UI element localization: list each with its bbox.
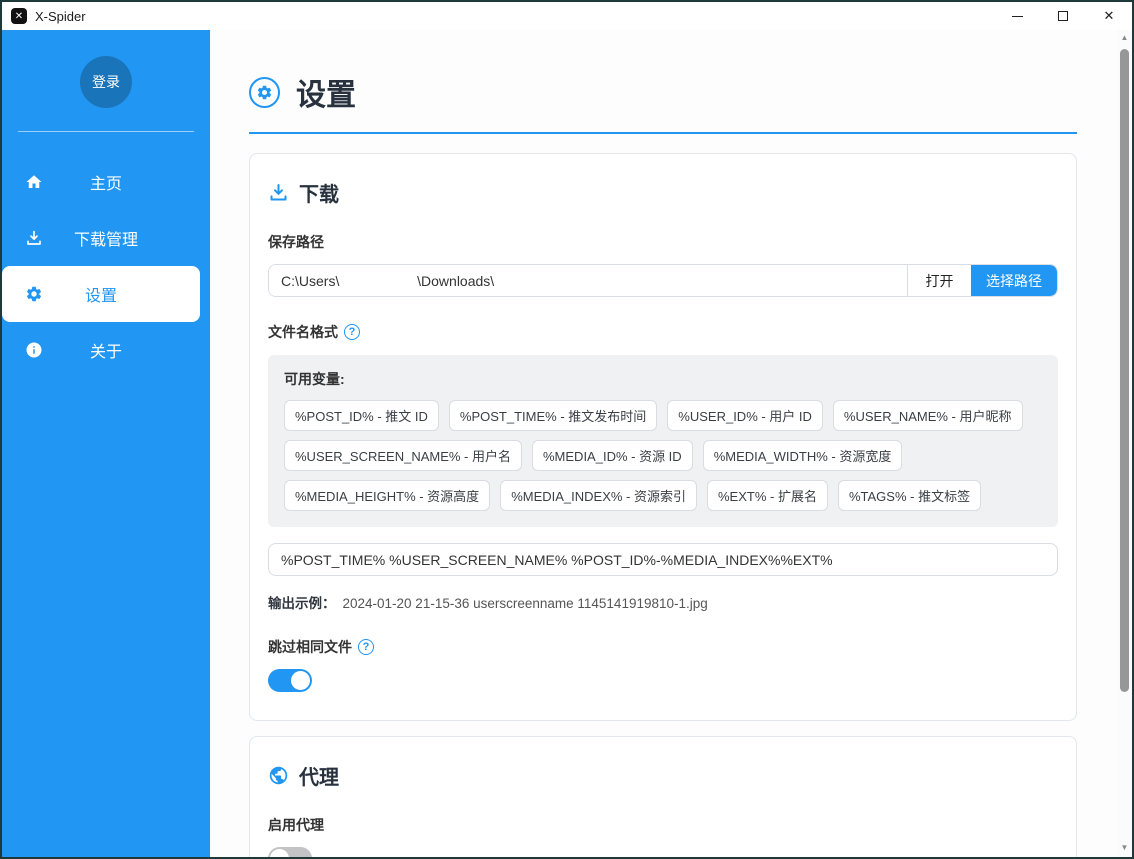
maximize-button[interactable] <box>1040 2 1086 30</box>
sidebar-divider <box>18 131 194 132</box>
filename-format-input[interactable] <box>268 543 1058 576</box>
variables-panel: 可用变量: %POST_ID% - 推文 ID %POST_TIME% - 推文发… <box>268 355 1058 527</box>
variable-chip[interactable]: %EXT% - 扩展名 <box>707 480 828 511</box>
window-controls: ✕ <box>994 2 1132 30</box>
app-window: ✕ X-Spider ✕ 登录 主页下载管理设置关于 设置 <box>0 0 1134 859</box>
login-button[interactable]: 登录 <box>80 56 132 108</box>
save-path-input[interactable] <box>269 265 907 296</box>
home-icon <box>25 173 43 191</box>
variable-chip[interactable]: %MEDIA_WIDTH% - 资源宽度 <box>703 440 903 471</box>
download-icon <box>25 229 43 247</box>
variable-chip[interactable]: %MEDIA_HEIGHT% - 资源高度 <box>284 480 490 511</box>
scrollbar[interactable]: ▲ ▼ <box>1117 30 1132 857</box>
page-title: 设置 <box>296 70 356 114</box>
sidebar-item-settings[interactable]: 设置 <box>2 266 200 322</box>
window-body: 登录 主页下载管理设置关于 设置 下载 <box>2 30 1132 857</box>
close-button[interactable]: ✕ <box>1086 2 1132 30</box>
window-title: X-Spider <box>35 9 86 24</box>
title-bar: ✕ X-Spider ✕ <box>2 2 1132 30</box>
minimize-button[interactable] <box>994 2 1040 30</box>
download-tray-icon <box>268 182 289 203</box>
sidebar-item-home[interactable]: 主页 <box>2 154 210 210</box>
sidebar-item-downloads[interactable]: 下载管理 <box>2 210 210 266</box>
save-path-label: 保存路径 <box>268 232 1058 252</box>
page-header: 设置 <box>249 70 1077 114</box>
enable-proxy-label: 启用代理 <box>268 815 1058 835</box>
proxy-section-title: 代理 <box>268 761 1058 790</box>
variable-chip[interactable]: %POST_TIME% - 推文发布时间 <box>449 400 657 431</box>
variable-chip[interactable]: %MEDIA_ID% - 资源 ID <box>532 440 693 471</box>
globe-icon <box>268 765 289 786</box>
app-logo-icon: ✕ <box>11 8 27 24</box>
toggle-knob <box>270 849 289 857</box>
variable-chip[interactable]: %POST_ID% - 推文 ID <box>284 400 439 431</box>
output-example: 输出示例： 2024-01-20 21-15-36 userscreenname … <box>268 592 1058 612</box>
maximize-icon <box>1058 11 1068 21</box>
filename-format-label: 文件名格式 <box>268 322 1058 342</box>
output-example-value: 2024-01-20 21-15-36 userscreenname 11451… <box>343 596 708 611</box>
enable-proxy-toggle[interactable] <box>268 847 312 857</box>
variable-chip[interactable]: %USER_SCREEN_NAME% - 用户名 <box>284 440 522 471</box>
download-section: 下载 保存路径 打开 选择路径 文件名格式 可用变量: %POST_ID% - … <box>249 153 1077 721</box>
info-icon <box>25 341 43 359</box>
sidebar-item-about[interactable]: 关于 <box>2 322 210 378</box>
output-example-label: 输出示例： <box>268 596 336 611</box>
proxy-section: 代理 启用代理 代理地址 <box>249 736 1077 857</box>
scroll-up-icon[interactable]: ▲ <box>1117 33 1132 43</box>
main-content: 设置 下载 保存路径 打开 选择路径 <box>210 30 1117 857</box>
sidebar-nav: 主页下载管理设置关于 <box>2 154 210 378</box>
settings-circle-icon <box>249 77 280 108</box>
toggle-knob <box>291 671 310 690</box>
variable-chip[interactable]: %TAGS% - 推文标签 <box>838 480 981 511</box>
variables-label: 可用变量: <box>284 369 1042 389</box>
login-label: 登录 <box>92 72 120 92</box>
help-icon[interactable] <box>344 324 360 340</box>
help-icon[interactable] <box>358 639 374 655</box>
download-section-title: 下载 <box>268 178 1058 207</box>
variable-chip[interactable]: %USER_ID% - 用户 ID <box>667 400 823 431</box>
save-path-group: 打开 选择路径 <box>268 264 1058 297</box>
scroll-down-icon[interactable]: ▼ <box>1117 843 1132 853</box>
variable-chip[interactable]: %USER_NAME% - 用户昵称 <box>833 400 1023 431</box>
minimize-icon <box>1012 16 1023 17</box>
header-divider <box>249 132 1077 134</box>
scrollbar-thumb[interactable] <box>1120 49 1129 692</box>
variable-chips: %POST_ID% - 推文 ID %POST_TIME% - 推文发布时间 %US… <box>284 400 1042 511</box>
open-button[interactable]: 打开 <box>907 265 971 296</box>
choose-path-button[interactable]: 选择路径 <box>971 265 1057 296</box>
skip-same-label: 跳过相同文件 <box>268 637 1058 657</box>
sidebar: 登录 主页下载管理设置关于 <box>2 30 210 857</box>
variable-chip[interactable]: %MEDIA_INDEX% - 资源索引 <box>500 480 697 511</box>
close-icon: ✕ <box>1104 8 1115 24</box>
gear-icon <box>25 285 43 303</box>
skip-same-toggle[interactable] <box>268 669 312 692</box>
